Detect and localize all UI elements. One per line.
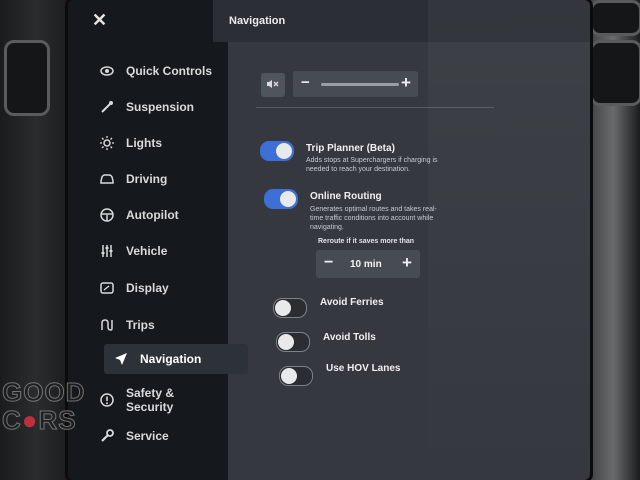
sidebar-item-label: Display (126, 281, 169, 295)
trip-planner-desc: needed to reach your destination. (306, 166, 410, 173)
touchscreen: ✕ Quick Controls Suspension Lights Drivi… (68, 0, 590, 480)
sidebar-item-label: Quick Controls (126, 64, 213, 78)
sidebar-item-label: Vehicle (126, 244, 168, 258)
sidebar-item-vehicle[interactable]: Vehicle (98, 236, 167, 266)
sidebar-item-trips[interactable]: Trips (98, 310, 155, 340)
avoid-ferries-toggle[interactable] (273, 298, 307, 318)
sidebar-item-safety-security[interactable]: Safety & Security (98, 382, 174, 418)
sliders-icon (98, 242, 116, 260)
sidebar-item-service[interactable]: Service (98, 421, 169, 451)
avoid-tolls-toggle[interactable] (276, 332, 310, 352)
sidebar-item-label: Service (126, 429, 169, 443)
online-routing-desc: navigating. (310, 224, 344, 231)
toggle-knob (275, 300, 291, 316)
page-title: Navigation (229, 15, 286, 27)
online-routing-desc: time traffic conditions into account whi… (310, 215, 434, 222)
sidebar-item-navigation[interactable]: Navigation (104, 344, 248, 374)
toggle-knob (276, 143, 292, 159)
navigation-arrow-icon (112, 350, 130, 368)
steering-wheel-icon (98, 206, 116, 224)
air-vent (590, 40, 640, 106)
panel-header: Navigation (213, 0, 590, 42)
sidebar-item-label: Suspension (126, 100, 195, 114)
trip-planner-toggle[interactable] (260, 141, 294, 161)
trip-planner-title: Trip Planner (Beta) (306, 143, 395, 154)
reroute-increase-button[interactable]: + (402, 253, 412, 273)
toggle-knob (278, 334, 294, 350)
sidebar-item-display[interactable]: Display (98, 273, 169, 303)
trips-icon (98, 316, 116, 334)
air-vent (4, 40, 50, 116)
avoid-tolls-title: Avoid Tolls (323, 332, 376, 343)
display-icon (98, 279, 116, 297)
eye-icon (98, 62, 116, 80)
mute-button[interactable] (261, 73, 285, 97)
reroute-label: Reroute if it saves more than (318, 238, 415, 245)
sidebar-item-label: Driving (126, 172, 168, 186)
volume-control: − + (293, 71, 418, 97)
sidebar-item-driving[interactable]: Driving (98, 164, 167, 194)
volume-slider[interactable] (321, 83, 399, 86)
car-icon (98, 170, 116, 188)
suspension-icon (98, 98, 116, 116)
toggle-knob (281, 368, 297, 384)
online-routing-toggle[interactable] (264, 189, 298, 209)
speaker-muted-icon (266, 76, 280, 94)
toggle-knob (280, 191, 296, 207)
sidebar-item-label: Autopilot (126, 208, 179, 222)
sidebar-item-quick-controls[interactable]: Quick Controls (98, 56, 212, 86)
use-hov-lanes-toggle[interactable] (279, 366, 313, 386)
online-routing-desc: Generates optimal routes and takes real- (310, 206, 437, 213)
volume-down-button[interactable]: − (301, 74, 310, 91)
divider (256, 107, 494, 108)
reroute-decrease-button[interactable]: − (324, 254, 333, 272)
sidebar-item-label: Trips (126, 318, 155, 332)
online-routing-title: Online Routing (310, 191, 382, 202)
sidebar-item-autopilot[interactable]: Autopilot (98, 200, 179, 230)
air-vent (590, 0, 640, 36)
close-button[interactable]: ✕ (92, 10, 107, 31)
watermark-logo: GOOD C●RS (2, 377, 86, 435)
use-hov-lanes-title: Use HOV Lanes (326, 363, 401, 374)
sidebar-item-lights[interactable]: Lights (98, 128, 162, 158)
reroute-stepper: − 10 min + (316, 250, 420, 278)
sidebar-item-suspension[interactable]: Suspension (98, 92, 194, 122)
avoid-ferries-title: Avoid Ferries (320, 297, 384, 308)
sidebar-item-label: Lights (126, 136, 162, 150)
volume-up-button[interactable]: + (401, 73, 411, 93)
trip-planner-desc: Adds stops at Superchargers if charging … (306, 157, 438, 164)
sidebar-item-label: Navigation (140, 352, 202, 366)
sidebar-item-label: Safety & Security (126, 386, 175, 414)
screen-glare (428, 0, 590, 480)
reroute-value: 10 min (350, 259, 382, 270)
sun-icon (98, 134, 116, 152)
